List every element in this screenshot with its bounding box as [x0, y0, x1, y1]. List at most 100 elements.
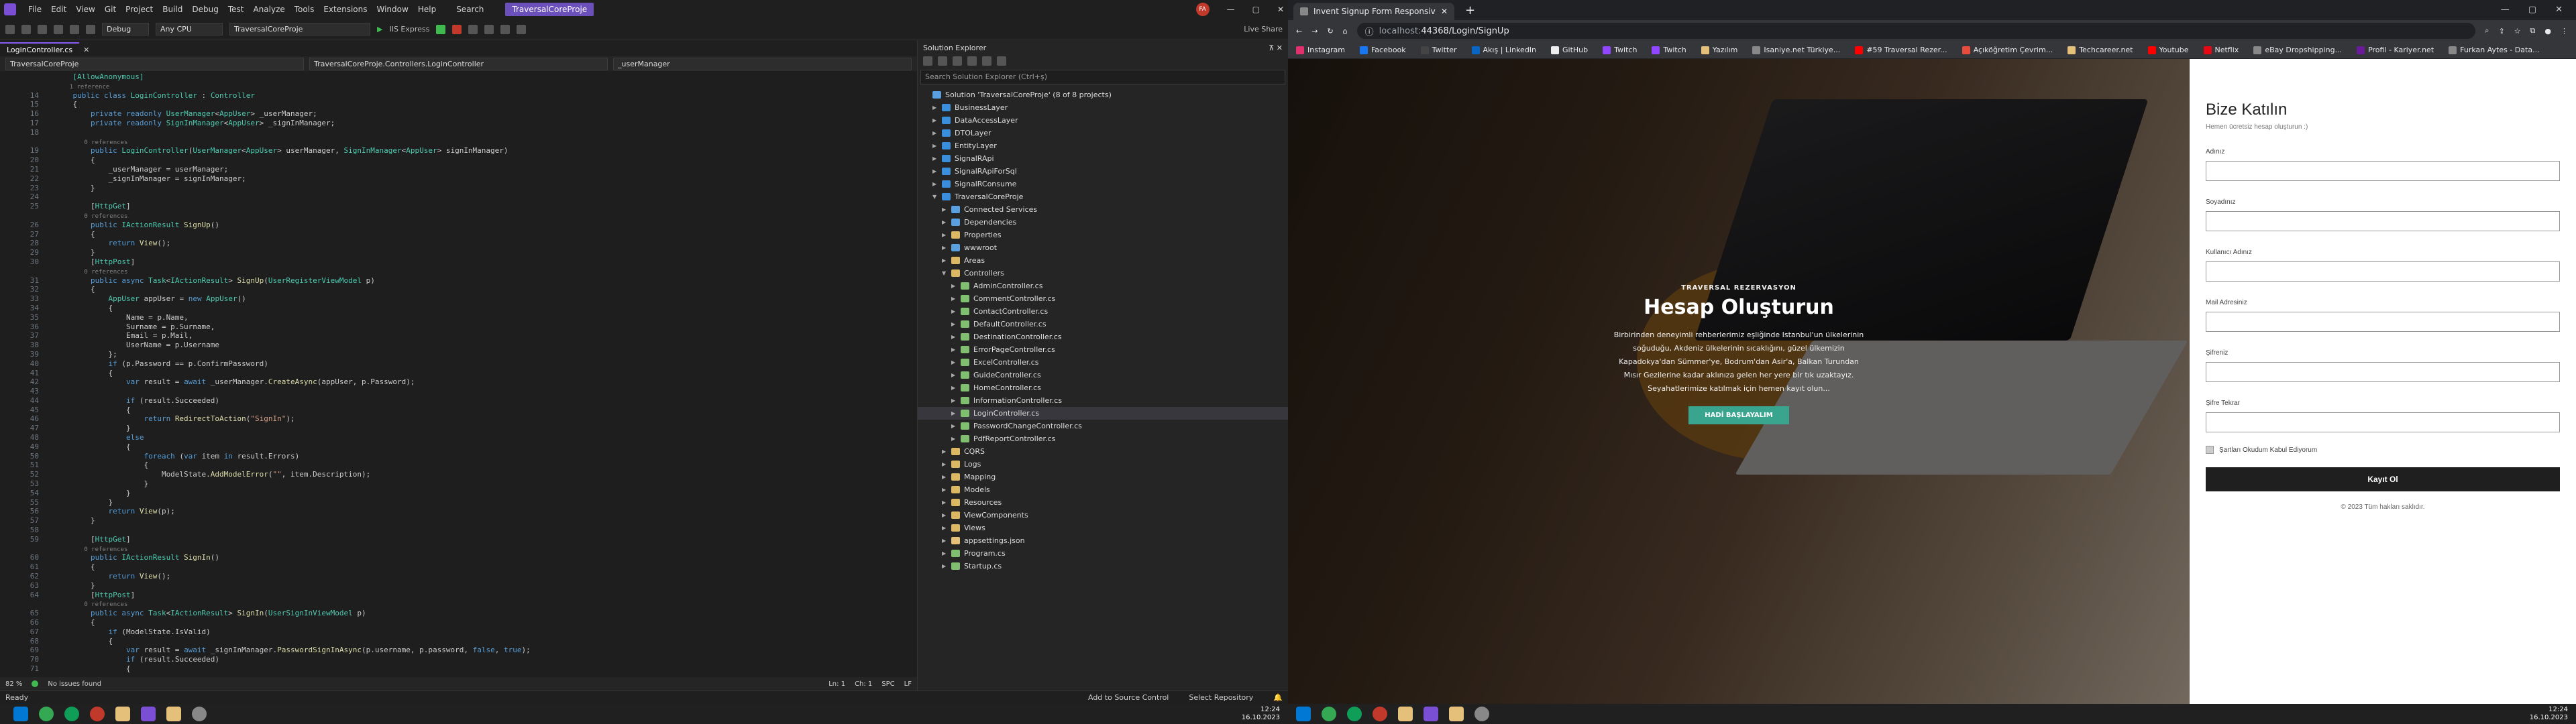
expand-icon[interactable]: ▶	[942, 525, 947, 531]
comment-icon[interactable]	[517, 24, 527, 34]
menu-item[interactable]: Debug	[192, 5, 218, 14]
expand-icon[interactable]: ▶	[951, 347, 957, 353]
project-dropdown[interactable]: TraversalCoreProje	[5, 57, 304, 70]
expand-icon[interactable]: ▼	[932, 194, 938, 200]
tree-item[interactable]: ▶ DataAccessLayer	[918, 114, 1288, 127]
opera-icon[interactable]	[1373, 707, 1387, 721]
tree-item[interactable]: ▶ appsettings.json	[918, 534, 1288, 547]
menu-item[interactable]: Git	[105, 5, 116, 14]
tree-item[interactable]: ▶ DTOLayer	[918, 127, 1288, 139]
bookmark-item[interactable]: Isaniye.net Türkiye...	[1752, 46, 1840, 54]
tree-item[interactable]: ▼ TraversalCoreProje	[918, 190, 1288, 203]
bookmark-item[interactable]: Twitch	[1652, 46, 1686, 54]
code-line[interactable]: [AllowAnonymous]	[55, 72, 917, 82]
code-line[interactable]: public IActionResult SignIn()	[55, 553, 917, 562]
tab-signup[interactable]: Invent Signup Form Responsiv ✕	[1293, 3, 1454, 20]
code-line[interactable]: private readonly SignInManager<AppUser> …	[55, 119, 917, 128]
show-all-icon[interactable]	[967, 56, 977, 66]
tree-item[interactable]: ▶ Logs	[918, 458, 1288, 471]
tree-item[interactable]: ▶ Areas	[918, 254, 1288, 267]
code-line[interactable]: {	[55, 461, 917, 470]
close-icon[interactable]: ✕	[2555, 5, 2563, 15]
tree-item[interactable]: ▶ LoginController.cs	[918, 407, 1288, 420]
reload-icon[interactable]: ↻	[1327, 27, 1333, 36]
tree-item[interactable]: ▶ CQRS	[918, 445, 1288, 458]
code-line[interactable]: return View();	[55, 572, 917, 581]
code-line[interactable]: var result = await _userManager.CreateAs…	[55, 377, 917, 387]
bookmark-icon[interactable]	[500, 24, 511, 34]
pin-icon[interactable]: ⊼ ✕	[1269, 44, 1283, 52]
expand-icon[interactable]: ▶	[942, 257, 947, 263]
code-line[interactable]: {	[55, 230, 917, 239]
menu-item[interactable]: Analyze	[253, 5, 284, 14]
menu-item[interactable]: File	[28, 5, 42, 14]
code-line[interactable]: public async Task<IActionResult> SignIn(…	[55, 609, 917, 618]
expand-icon[interactable]: ▶	[932, 168, 938, 174]
back-icon[interactable]	[5, 24, 15, 34]
get-started-button[interactable]: HADİ BAŞLAYALIM	[1688, 406, 1789, 424]
select-repository[interactable]: Select Repository	[1189, 693, 1253, 702]
code-line[interactable]	[55, 128, 917, 137]
sync-icon[interactable]	[938, 56, 947, 66]
code-line[interactable]: 0 references	[55, 267, 917, 276]
tree-item[interactable]: ▶ EntityLayer	[918, 139, 1288, 152]
start-icon[interactable]	[13, 707, 28, 721]
menu-item[interactable]: Build	[162, 5, 182, 14]
menu-item[interactable]: Edit	[51, 5, 66, 14]
bookmark-item[interactable]: Yazılım	[1701, 46, 1737, 54]
code-line[interactable]: foreach (var item in result.Errors)	[55, 452, 917, 461]
tree-item[interactable]: ▶ PasswordChangeController.cs	[918, 420, 1288, 432]
new-tab-icon[interactable]: +	[1465, 3, 1475, 17]
indent-mode[interactable]: SPC	[881, 680, 894, 688]
text-input[interactable]	[2206, 412, 2560, 432]
source-text[interactable]: [AllowAnonymous] 1 reference public clas…	[47, 71, 917, 677]
expand-icon[interactable]: ▶	[932, 130, 938, 136]
expand-icon[interactable]: ▶	[942, 219, 947, 225]
minimize-icon[interactable]: —	[1227, 5, 1235, 14]
clock[interactable]: 12:24 16.10.2023	[2530, 706, 2568, 722]
code-line[interactable]: return View();	[55, 239, 917, 248]
filter-icon[interactable]	[982, 56, 991, 66]
tree-item[interactable]: ▶ SignalRApi	[918, 152, 1288, 165]
code-line[interactable]: ModelState.AddModelError("", item.Descri…	[55, 470, 917, 479]
code-line[interactable]: UserName = p.Username	[55, 341, 917, 350]
settings-icon[interactable]	[1474, 707, 1489, 721]
expand-icon[interactable]: ▶	[951, 423, 957, 429]
tree-item[interactable]: ▶ Dependencies	[918, 216, 1288, 229]
platform-select[interactable]: Any CPU	[156, 23, 223, 36]
code-line[interactable]: };	[55, 350, 917, 359]
save-all-icon[interactable]	[70, 24, 79, 34]
menu-item[interactable]: View	[76, 5, 95, 14]
tree-item[interactable]: ▶ Startup.cs	[918, 560, 1288, 572]
code-line[interactable]: }	[55, 516, 917, 526]
code-line[interactable]: {	[55, 100, 917, 109]
tree-item[interactable]: ▶ Properties	[918, 229, 1288, 241]
run-button[interactable]: IIS Express	[389, 25, 429, 34]
tree-item[interactable]: ▶ Resources	[918, 496, 1288, 509]
code-line[interactable]: }	[55, 248, 917, 257]
code-line[interactable]: public class LoginController : Controlle…	[55, 91, 917, 101]
url-bar[interactable]: ⓘ localhost: 44368/Login/SignUp	[1356, 23, 2476, 39]
tree-item[interactable]: ▶ HomeController.cs	[918, 381, 1288, 394]
run-icon[interactable]: ▶	[377, 25, 382, 34]
tree-item[interactable]: ▶ ViewComponents	[918, 509, 1288, 522]
expand-icon[interactable]: ▶	[942, 550, 947, 556]
bookmark-item[interactable]: Netflix	[2203, 46, 2239, 54]
menu-item[interactable]: Tools	[294, 5, 315, 14]
code-line[interactable]: }	[55, 184, 917, 193]
bookmark-item[interactable]: Techcareer.net	[2068, 46, 2133, 54]
expand-icon[interactable]: ▶	[951, 334, 957, 340]
share-icon[interactable]: ⇪	[2498, 27, 2504, 36]
code-line[interactable]: }	[55, 581, 917, 591]
code-line[interactable]: {	[55, 304, 917, 313]
minimize-icon[interactable]: —	[2501, 5, 2510, 15]
code-line[interactable]: _signInManager = signInManager;	[55, 174, 917, 184]
code-line[interactable]: }	[55, 479, 917, 489]
code-line[interactable]: {	[55, 369, 917, 378]
text-input[interactable]	[2206, 211, 2560, 231]
code-line[interactable]: return RedirectToAction("SignIn");	[55, 414, 917, 424]
expand-icon[interactable]: ▶	[942, 538, 947, 544]
code-line[interactable]: {	[55, 664, 917, 674]
code-line[interactable]: 0 references	[55, 544, 917, 554]
expand-icon[interactable]: ▶	[942, 232, 947, 238]
